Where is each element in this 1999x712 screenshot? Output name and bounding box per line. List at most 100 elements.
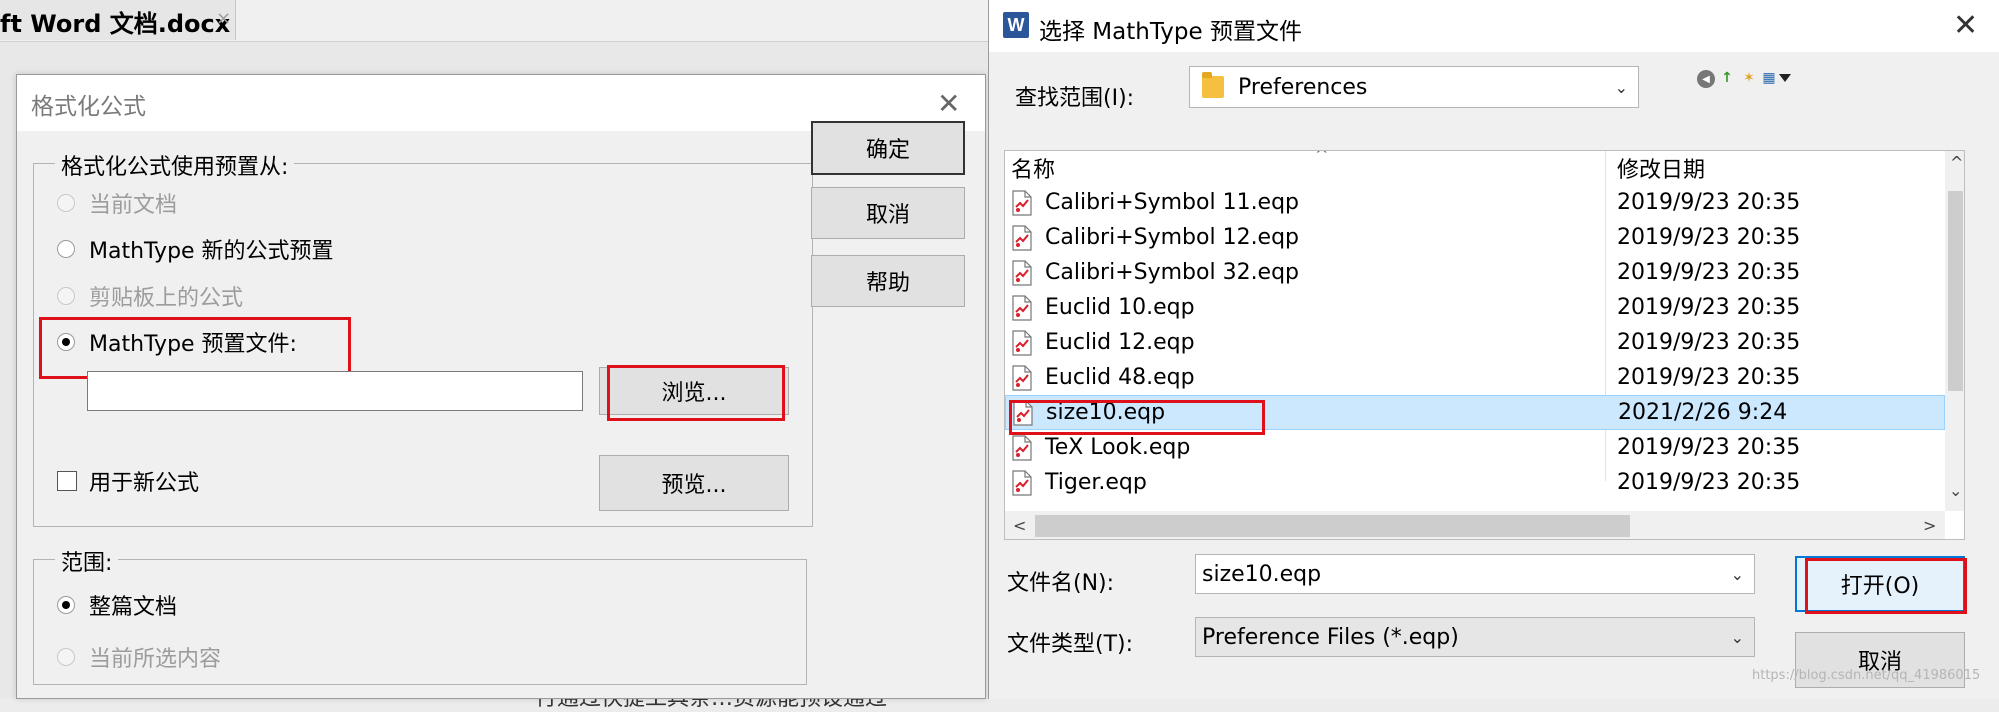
- file-row[interactable]: Euclid 48.eqp 2019/9/23 20:35: [1005, 360, 1945, 395]
- file-name: Calibri+Symbol 32.eqp: [1045, 260, 1300, 285]
- chevron-down-icon: ⌄: [1730, 627, 1744, 647]
- filetype-label: 文件类型(T):: [1007, 632, 1134, 657]
- radio-label: 整篇文档: [89, 595, 178, 620]
- file-name: Euclid 48.eqp: [1045, 365, 1195, 390]
- preference-file-path-input[interactable]: [87, 371, 583, 411]
- back-icon[interactable]: ◀: [1697, 70, 1715, 88]
- watermark: https://blog.csdn.net/qq_41986015: [1752, 668, 1981, 683]
- eqp-file-icon: [1012, 294, 1032, 321]
- look-in-value: Preferences: [1238, 74, 1368, 100]
- radio-whole-document[interactable]: 整篇文档: [57, 589, 177, 621]
- file-date: 2019/9/23 20:35: [1617, 435, 1801, 460]
- file-row[interactable]: Euclid 12.eqp 2019/9/23 20:35: [1005, 325, 1945, 360]
- highlight-box: [1009, 400, 1265, 435]
- file-date: 2019/9/23 20:35: [1617, 365, 1801, 390]
- radio-new-equation-preferences[interactable]: MathType 新的公式预置: [57, 233, 334, 265]
- vertical-scroll-thumb[interactable]: [1948, 191, 1963, 391]
- select-preference-file-dialog: W 选择 MathType 预置文件 ✕ 查找范围(I): Preference…: [988, 0, 1999, 699]
- checkbox-label: 用于新公式: [89, 471, 200, 496]
- scroll-down-icon[interactable]: ⌄: [1949, 481, 1962, 500]
- use-for-new-equations-checkbox[interactable]: 用于新公式: [57, 465, 199, 497]
- file-row[interactable]: Calibri+Symbol 11.eqp 2019/9/23 20:35: [1005, 185, 1945, 220]
- scroll-up-icon[interactable]: ^: [1950, 153, 1963, 172]
- column-header-name[interactable]: 名称: [1011, 151, 1056, 185]
- view-menu-icon[interactable]: ▦: [1761, 70, 1777, 86]
- checkbox[interactable]: [57, 471, 77, 491]
- look-in-dropdown[interactable]: Preferences ⌄: [1189, 66, 1639, 108]
- horizontal-scrollbar[interactable]: < >: [1005, 511, 1945, 539]
- filetype-dropdown[interactable]: Preference Files (*.eqp) ⌄: [1195, 617, 1755, 657]
- radio-button[interactable]: [57, 287, 75, 305]
- eqp-file-icon: [1012, 434, 1032, 461]
- sort-arrow-icon: ^: [1315, 150, 1329, 164]
- file-row[interactable]: Euclid 10.eqp 2019/9/23 20:35: [1005, 290, 1945, 325]
- view-menu-dropdown-icon[interactable]: [1779, 74, 1791, 82]
- eqp-file-icon: [1012, 224, 1032, 251]
- highlight-box: [39, 317, 351, 379]
- eqp-file-icon: [1012, 259, 1032, 286]
- horizontal-scroll-thumb[interactable]: [1035, 515, 1630, 537]
- file-date: 2019/9/23 20:35: [1617, 330, 1801, 355]
- scroll-right-icon[interactable]: >: [1923, 516, 1936, 535]
- radio-button[interactable]: [57, 240, 75, 258]
- cancel-button[interactable]: 取消: [811, 187, 965, 239]
- new-folder-icon[interactable]: ✶: [1741, 70, 1757, 86]
- file-name: Calibri+Symbol 12.eqp: [1045, 225, 1300, 250]
- preset-source-group-label: 格式化公式使用预置从:: [55, 149, 295, 181]
- up-folder-icon[interactable]: ↑: [1719, 70, 1735, 86]
- radio-button[interactable]: [57, 194, 75, 212]
- file-row[interactable]: Calibri+Symbol 12.eqp 2019/9/23 20:35: [1005, 220, 1945, 255]
- file-name: Tiger.eqp: [1045, 470, 1147, 495]
- chevron-down-icon: ⌄: [1614, 77, 1628, 97]
- eqp-file-icon: [1012, 364, 1032, 391]
- scope-group-label: 范围:: [55, 545, 119, 577]
- look-in-label: 查找范围(I):: [1015, 86, 1135, 111]
- file-date: 2019/9/23 20:35: [1617, 225, 1801, 250]
- file-date: 2019/9/23 20:35: [1617, 190, 1801, 215]
- highlight-box: [1805, 558, 1967, 614]
- radio-clipboard-equation[interactable]: 剪贴板上的公式: [57, 280, 243, 312]
- file-name: Euclid 12.eqp: [1045, 330, 1195, 355]
- radio-label: 当前所选内容: [89, 647, 222, 672]
- folder-icon: [1202, 72, 1224, 98]
- eqp-file-icon: [1012, 329, 1032, 356]
- word-document-tab-title: ft Word 文档.docx: [0, 10, 231, 38]
- file-name: Euclid 10.eqp: [1045, 295, 1195, 320]
- chevron-down-icon[interactable]: ⌄: [1731, 565, 1744, 584]
- file-row[interactable]: Tiger.eqp 2019/9/23 20:35: [1005, 465, 1945, 500]
- vertical-scrollbar[interactable]: ^ ⌄: [1945, 151, 1964, 511]
- dialog-title: 格式化公式: [31, 94, 146, 120]
- radio-button[interactable]: [57, 648, 75, 666]
- filename-label: 文件名(N):: [1007, 571, 1115, 596]
- radio-label: 剪贴板上的公式: [89, 286, 244, 311]
- close-icon[interactable]: ✕: [937, 87, 960, 120]
- radio-label: 当前文档: [89, 193, 178, 218]
- ok-button[interactable]: 确定: [811, 121, 965, 175]
- file-date: 2021/2/26 9:24: [1618, 400, 1788, 425]
- eqp-file-icon: [1012, 469, 1032, 496]
- file-date: 2019/9/23 20:35: [1617, 470, 1801, 495]
- file-name: TeX Look.eqp: [1045, 435, 1191, 460]
- filename-input[interactable]: size10.eqp ⌄: [1195, 554, 1755, 594]
- filetype-value: Preference Files (*.eqp): [1202, 624, 1459, 650]
- close-icon[interactable]: ✕: [1953, 8, 1978, 43]
- file-date: 2019/9/23 20:35: [1617, 295, 1801, 320]
- dialog-title: 选择 MathType 预置文件: [1039, 19, 1302, 45]
- help-button[interactable]: 帮助: [811, 255, 965, 307]
- close-tab-icon[interactable]: ×: [216, 8, 231, 29]
- eqp-file-icon: [1012, 189, 1032, 216]
- filename-value: size10.eqp: [1202, 561, 1322, 587]
- radio-button[interactable]: [57, 596, 75, 614]
- preview-button[interactable]: 预览...: [599, 455, 789, 511]
- file-row[interactable]: Calibri+Symbol 32.eqp 2019/9/23 20:35: [1005, 255, 1945, 290]
- radio-current-document[interactable]: 当前文档: [57, 187, 177, 219]
- scroll-left-icon[interactable]: <: [1013, 516, 1026, 535]
- highlight-box: [607, 365, 785, 421]
- word-app-icon: W: [1003, 12, 1029, 38]
- file-name: Calibri+Symbol 11.eqp: [1045, 190, 1300, 215]
- column-header-date[interactable]: 修改日期: [1617, 151, 1706, 185]
- format-equations-dialog: 格式化公式 ✕ 格式化公式使用预置从: 当前文档 MathType 新的公式预置…: [16, 74, 986, 699]
- radio-current-selection[interactable]: 当前所选内容: [57, 641, 221, 673]
- file-row[interactable]: TeX Look.eqp 2019/9/23 20:35: [1005, 430, 1945, 465]
- file-date: 2019/9/23 20:35: [1617, 260, 1801, 285]
